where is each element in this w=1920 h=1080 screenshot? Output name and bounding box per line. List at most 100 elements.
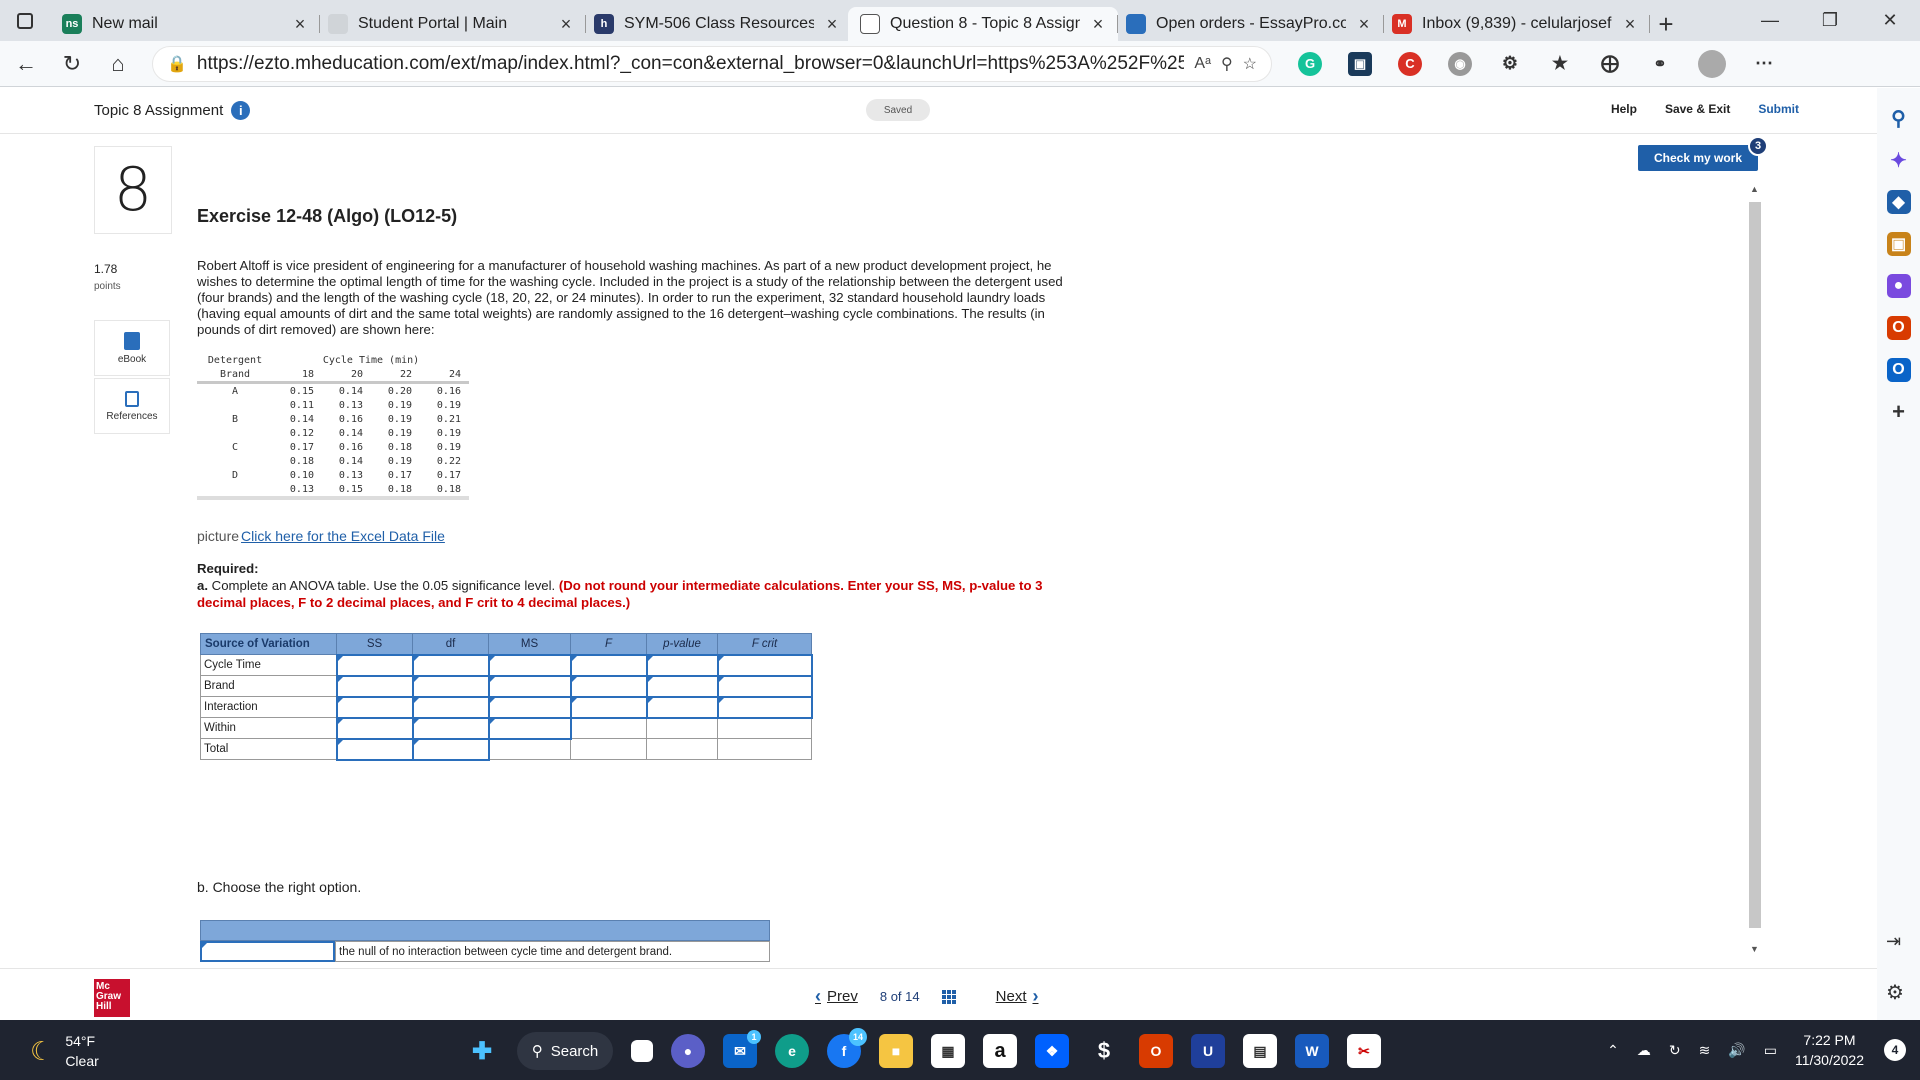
tab-close-icon[interactable]: × [292, 14, 308, 35]
chevron-up-icon[interactable]: ⌃ [1607, 1042, 1619, 1059]
anova-input-cell[interactable] [335, 674, 414, 698]
app-icon[interactable]: $ [1087, 1034, 1121, 1068]
anova-input-cell[interactable] [569, 695, 648, 719]
new-tab-button[interactable]: + [1646, 7, 1686, 41]
facebook-icon[interactable]: f 14 [827, 1028, 867, 1068]
store-icon[interactable]: ▦ [931, 1034, 965, 1068]
extensions-icon[interactable]: ⚙ [1498, 52, 1522, 76]
close-window-icon[interactable]: ✕ [1860, 0, 1920, 41]
excel-data-file-link[interactable]: Click here for the Excel Data File [241, 528, 445, 544]
zoom-icon[interactable]: ⚲ [1221, 54, 1233, 74]
add-icon[interactable]: + [1887, 399, 1911, 424]
profile-switch-icon[interactable]: ⚭ [1648, 52, 1672, 76]
scrollbar[interactable]: ▲ ▼ [1747, 184, 1763, 958]
anova-input-cell[interactable] [411, 695, 490, 719]
anova-input-cell[interactable] [487, 695, 572, 719]
anova-input-cell[interactable] [487, 716, 572, 740]
copilot-icon[interactable]: ✦ [1887, 148, 1911, 172]
anova-input-cell[interactable] [335, 653, 414, 677]
anova-input-cell[interactable] [645, 653, 719, 677]
shield-icon[interactable]: ◉ [1448, 51, 1472, 76]
search-icon[interactable]: ⚲ [1887, 106, 1911, 130]
home-icon[interactable]: ⌂ [98, 44, 138, 84]
refresh-icon[interactable]: ↻ [52, 44, 92, 84]
tab-close-icon[interactable]: × [1622, 14, 1638, 35]
ebook-button[interactable]: eBook [94, 320, 170, 376]
read-aloud-icon[interactable]: Aᵃ [1194, 55, 1211, 73]
info-icon[interactable]: i [231, 101, 251, 120]
submit-link[interactable]: Submit [1758, 102, 1799, 116]
network-icon[interactable]: ↻ [1669, 1042, 1681, 1059]
mail-icon[interactable]: ✉ 1 [723, 1030, 761, 1068]
outlook-icon[interactable]: O [1886, 358, 1911, 382]
tab-close-icon[interactable]: × [824, 14, 840, 35]
edge-icon[interactable]: e [775, 1034, 809, 1068]
tab-close-icon[interactable]: × [558, 14, 574, 35]
anova-input-cell[interactable] [335, 695, 414, 719]
anova-input-cell[interactable] [411, 737, 490, 761]
wifi-icon[interactable]: ≋ [1699, 1042, 1711, 1059]
more-menu-icon[interactable]: ⋯ [1752, 52, 1776, 76]
browser-tab[interactable]: Open orders - EssayPro.com × [1114, 7, 1384, 41]
anova-input-cell[interactable] [411, 674, 490, 698]
scroll-up-icon[interactable]: ▲ [1750, 184, 1759, 194]
windows-start-icon[interactable]: ✚ [465, 1034, 499, 1068]
anova-input-cell[interactable] [645, 695, 719, 719]
check-my-work-button[interactable]: Check my work [1638, 145, 1758, 171]
extension-icon[interactable]: ▣ [1348, 51, 1372, 76]
anova-input-cell[interactable] [645, 674, 719, 698]
browser-tab[interactable]: h SYM-506 Class Resources × [582, 7, 852, 41]
task-view-icon[interactable] [631, 1040, 653, 1062]
tab-close-icon[interactable]: × [1356, 14, 1372, 35]
office-taskbar-icon[interactable]: O [1139, 1034, 1173, 1068]
prev-button[interactable]: ‹ Prev [815, 986, 858, 1007]
browser-tab[interactable]: ns New mail × [50, 7, 320, 41]
taskbar-search[interactable]: ⚲ Search [517, 1032, 613, 1070]
notification-badge[interactable]: 4 [1884, 1039, 1906, 1061]
battery-icon[interactable]: ▭ [1764, 1042, 1777, 1059]
part-b-select[interactable] [200, 941, 335, 962]
references-button[interactable]: References [94, 378, 170, 434]
anova-input-cell[interactable] [411, 653, 490, 677]
scroll-down-icon[interactable]: ▼ [1750, 944, 1759, 954]
volume-icon[interactable]: 🔊 [1728, 1042, 1745, 1059]
snipping-tool-icon[interactable]: ✂ [1347, 1034, 1381, 1068]
tab-close-icon[interactable]: × [1090, 14, 1106, 35]
dropbox-icon[interactable]: ❖ [1035, 1034, 1069, 1068]
office-icon[interactable]: O [1886, 316, 1911, 340]
next-button[interactable]: Next › [996, 986, 1039, 1007]
anova-input-cell[interactable] [487, 653, 572, 677]
anova-input-cell[interactable] [411, 716, 490, 740]
url-text[interactable]: https://ezto.mheducation.com/ext/map/ind… [197, 53, 1184, 75]
scroll-thumb[interactable] [1749, 202, 1761, 928]
anova-input-cell[interactable] [569, 653, 648, 677]
address-bar[interactable]: 🔒 https://ezto.mheducation.com/ext/map/i… [152, 45, 1272, 82]
file-explorer-icon[interactable]: ■ [879, 1034, 913, 1068]
avatar[interactable] [1698, 49, 1726, 78]
extension-badge-icon[interactable]: C [1398, 51, 1422, 76]
onedrive-icon[interactable]: ☁ [1637, 1042, 1651, 1059]
save-exit-link[interactable]: Save & Exit [1665, 102, 1730, 116]
settings-icon[interactable]: ⚙ [1886, 980, 1904, 1005]
shield-app-icon[interactable]: U [1191, 1034, 1225, 1068]
anova-input-cell[interactable] [716, 653, 813, 677]
browser-tab[interactable]: M Inbox (9,839) - celularjosefin × [1380, 7, 1650, 41]
anova-input-cell[interactable] [569, 674, 648, 698]
amazon-icon[interactable]: a [983, 1034, 1017, 1068]
minimize-icon[interactable]: — [1740, 0, 1800, 41]
anova-input-cell[interactable] [716, 674, 813, 698]
anova-input-cell[interactable] [716, 695, 813, 719]
restore-icon[interactable]: ❐ [1800, 0, 1860, 41]
anova-input-cell[interactable] [335, 737, 414, 761]
tools-icon[interactable]: ▣ [1886, 232, 1911, 256]
back-icon[interactable]: ← [6, 44, 46, 84]
document-icon[interactable]: ▤ [1243, 1034, 1277, 1068]
grid-icon[interactable] [941, 989, 956, 1004]
teams-icon[interactable]: ● [671, 1034, 705, 1068]
anova-input-cell[interactable] [335, 716, 414, 740]
browser-tab[interactable]: Question 8 - Topic 8 Assignm × [848, 7, 1118, 41]
shopping-icon[interactable]: ◆ [1886, 190, 1911, 214]
tab-actions-icon[interactable] [0, 0, 50, 41]
favorite-add-icon[interactable]: ☆ [1243, 54, 1257, 74]
weather-widget[interactable]: ☾ 54°F Clear [30, 1031, 99, 1071]
